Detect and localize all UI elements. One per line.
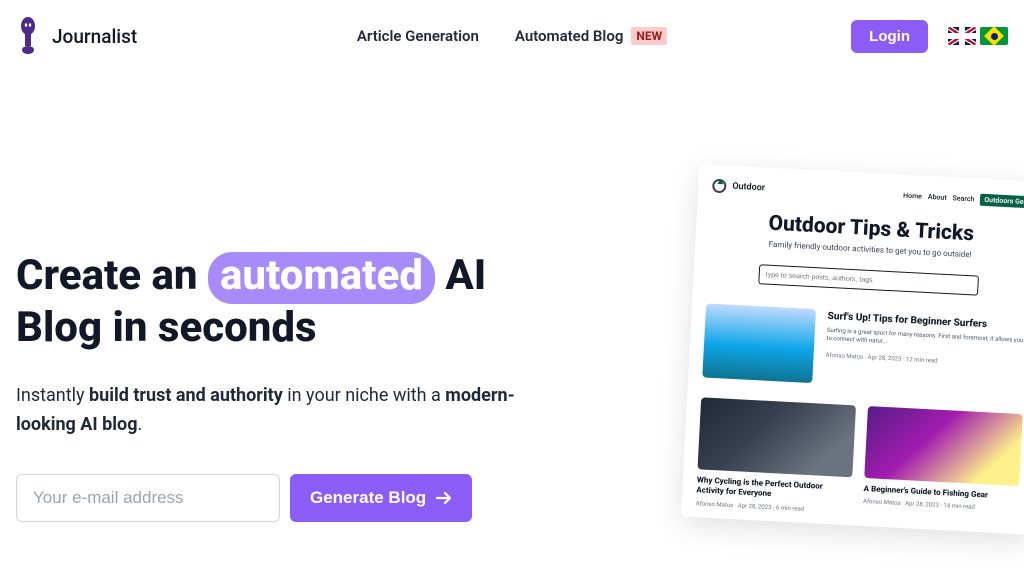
nav-center: Article Generation Automated Blog NEW <box>357 27 667 45</box>
preview-search-input <box>758 264 979 295</box>
blog-preview-card: Outdoor Home About Search Outdoors Gear … <box>681 164 1024 535</box>
preview-post-featured: Surf's Up! Tips for Beginner Surfers Sur… <box>702 303 1024 394</box>
generate-blog-button[interactable]: Generate Blog <box>290 474 472 522</box>
preview-post-meta: Afonso Matos · Apr 28, 2023 · 12 min rea… <box>825 352 1024 369</box>
hero-sub-pre: Instantly <box>16 385 89 406</box>
preview-nav-gear: Outdoors Gear <box>980 194 1024 209</box>
preview-brand: Outdoor <box>712 179 765 196</box>
preview-post-card: Why Cycling is the Perfect Outdoor Activ… <box>695 397 856 515</box>
hero-sub-end: . <box>137 414 142 435</box>
logo-icon <box>16 14 40 58</box>
hero-title-highlight: automated <box>208 252 435 304</box>
nav-article-generation[interactable]: Article Generation <box>357 27 479 45</box>
nav-automated-blog[interactable]: Automated Blog NEW <box>515 27 667 45</box>
hero-sub-mid: in your niche with a <box>283 385 445 406</box>
generate-blog-label: Generate Blog <box>310 488 426 508</box>
preview-card-title: Why Cycling is the Perfect Outdoor Activ… <box>696 475 852 504</box>
new-badge: NEW <box>631 27 667 45</box>
arrow-right-icon <box>436 491 452 505</box>
hero-title-pre: Create an <box>16 251 208 300</box>
login-button[interactable]: Login <box>851 20 928 53</box>
preview-post-image <box>702 303 816 383</box>
preview-brand-icon <box>712 179 727 194</box>
preview-nav-search: Search <box>952 194 974 203</box>
preview-card-image <box>864 406 1023 486</box>
hero-sub-bold1: build trust and authority <box>89 385 283 406</box>
preview-nav-home: Home <box>903 192 922 201</box>
preview-card-image <box>697 397 856 477</box>
brand-name: Journalist <box>52 25 137 48</box>
preview-post-card: A Beginner's Guide to Fishing Gear Afons… <box>862 406 1023 524</box>
nav-automated-blog-label: Automated Blog <box>515 27 623 45</box>
flag-br-icon[interactable] <box>980 27 1008 45</box>
hero-title: Create an automated AI Blog in seconds <box>16 252 576 353</box>
brand-container[interactable]: Journalist <box>16 14 137 58</box>
flag-uk-icon[interactable] <box>948 27 976 45</box>
hero-subtitle: Instantly build trust and authority in y… <box>16 381 536 440</box>
email-input[interactable] <box>16 474 280 522</box>
preview-brand-name: Outdoor <box>732 182 765 194</box>
preview-nav-about: About <box>928 193 947 202</box>
